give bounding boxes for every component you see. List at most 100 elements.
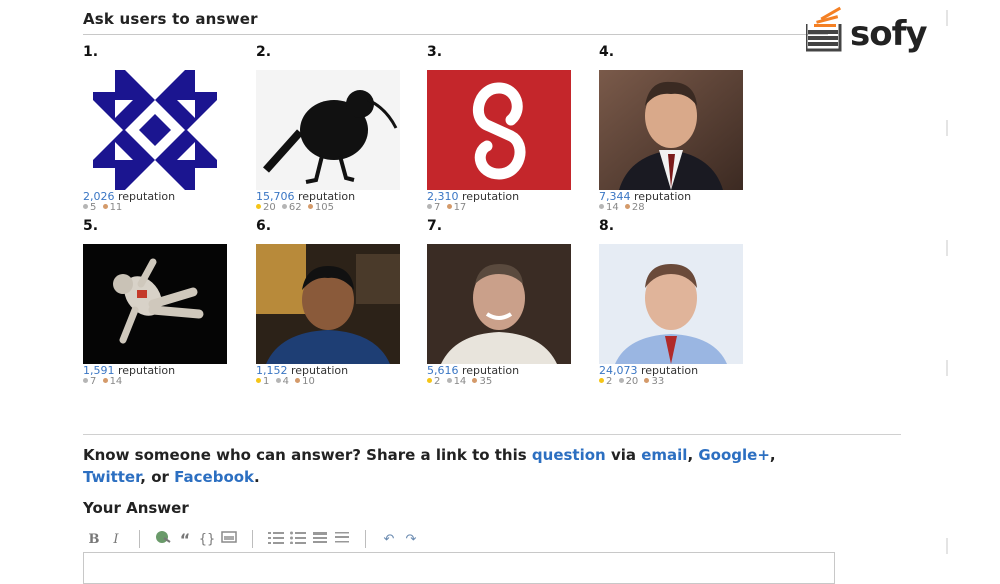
- sofy-logo: sofy: [804, 4, 946, 64]
- bullet-list-button[interactable]: [287, 530, 309, 548]
- user-card: 7. 5,616 reputation 2 14 35: [427, 218, 577, 398]
- section-divider: [83, 434, 901, 435]
- heading-button[interactable]: [309, 530, 331, 548]
- bronze-count: 28: [631, 202, 645, 213]
- share-text: .: [254, 468, 260, 486]
- silver-badge-icon: [281, 204, 287, 209]
- bronze-badge-icon: [446, 204, 452, 209]
- reputation-label: reputation: [462, 190, 520, 203]
- suit-portrait-avatar[interactable]: [599, 70, 743, 190]
- gold-count: 2: [606, 376, 613, 387]
- share-text: via: [605, 446, 642, 464]
- numbered-list-icon: [268, 532, 284, 544]
- logo-text: sofy: [850, 14, 928, 54]
- toolbar-separator: [252, 530, 253, 548]
- badge-counts: 7 17: [427, 202, 469, 213]
- user-rank: 1.: [83, 44, 99, 60]
- bronze-badge-icon: [102, 204, 108, 209]
- italic-button[interactable]: I: [105, 532, 127, 547]
- silver-count: 62: [288, 202, 302, 213]
- share-text: Know someone who can answer? Share a lin…: [83, 446, 532, 464]
- edge-mark: [946, 360, 948, 376]
- bronze-count: 11: [109, 202, 123, 213]
- bronze-count: 105: [314, 202, 334, 213]
- silver-badge-icon: [427, 204, 432, 209]
- webcam-portrait-avatar[interactable]: [256, 244, 400, 364]
- badge-counts: 2 14 35: [427, 376, 495, 387]
- bold-button[interactable]: B: [83, 532, 105, 547]
- badge-counts: 14 28: [599, 202, 648, 213]
- silver-count: 14: [453, 376, 467, 387]
- bronze-badge-icon: [644, 378, 650, 383]
- bronze-badge-icon: [295, 378, 301, 383]
- bronze-count: 35: [479, 376, 493, 387]
- user-card: 8. 24,073 reputation 2 20 33: [599, 218, 749, 398]
- badge-counts: 2 20 33: [599, 376, 667, 387]
- kiwi-avatar[interactable]: [256, 70, 400, 190]
- share-text: ,: [769, 446, 776, 464]
- bronze-badge-icon: [307, 204, 313, 209]
- image-button[interactable]: [218, 530, 240, 548]
- facebook-link[interactable]: Facebook: [174, 468, 254, 486]
- numbered-list-button[interactable]: [265, 530, 287, 548]
- bronze-count: 14: [109, 376, 123, 387]
- silver-count: 5: [90, 202, 97, 213]
- user-card: 1. 2,026 reputation 5 11: [83, 44, 233, 224]
- toolbar-separator: [139, 530, 140, 548]
- user-rank: 5.: [83, 218, 99, 234]
- horizontal-rule-button[interactable]: [331, 530, 353, 548]
- blockquote-button[interactable]: “: [174, 530, 196, 549]
- smiling-man-avatar[interactable]: [427, 244, 571, 364]
- bronze-badge-icon: [102, 378, 108, 383]
- silver-count: 20: [625, 376, 639, 387]
- red-logo-avatar[interactable]: [427, 70, 571, 190]
- user-rank: 6.: [256, 218, 272, 234]
- your-answer-title: Your Answer: [83, 499, 189, 517]
- edge-mark: [946, 538, 948, 554]
- bronze-count: 10: [302, 376, 315, 387]
- silver-badge-icon: [83, 378, 88, 383]
- bullet-list-icon: [290, 531, 306, 545]
- badge-counts: 5 11: [83, 202, 125, 213]
- email-link[interactable]: email: [641, 446, 687, 464]
- user-card: 2. 15,706 reputation 20 62 105: [256, 44, 406, 224]
- answer-editor[interactable]: [83, 552, 835, 584]
- user-card: 5. 1,591 reputation 7 14: [83, 218, 233, 398]
- link-button[interactable]: [152, 529, 174, 549]
- user-rank: 4.: [599, 44, 615, 60]
- identicon-avatar[interactable]: [83, 70, 227, 190]
- badge-counts: 20 62 105: [256, 202, 337, 213]
- twitter-link[interactable]: Twitter: [83, 468, 140, 486]
- user-rank: 2.: [256, 44, 272, 60]
- reputation-label: reputation: [118, 364, 176, 377]
- gold-count: 20: [263, 202, 276, 213]
- redo-button[interactable]: ↷: [400, 532, 422, 547]
- bronze-badge-icon: [624, 204, 630, 209]
- section-title: Ask users to answer: [83, 10, 258, 28]
- share-text: , or: [140, 468, 175, 486]
- astronaut-avatar[interactable]: [83, 244, 227, 364]
- edge-mark: [946, 240, 948, 256]
- reputation-label: reputation: [118, 190, 176, 203]
- undo-button[interactable]: ↶: [378, 532, 400, 547]
- user-rank: 3.: [427, 44, 443, 60]
- man-portrait-avatar[interactable]: [599, 244, 743, 364]
- silver-badge-icon: [599, 204, 604, 209]
- code-button[interactable]: {}: [196, 532, 218, 547]
- silver-count: 7: [434, 202, 441, 213]
- image-icon: [221, 531, 237, 543]
- user-rank: 7.: [427, 218, 443, 234]
- question-link[interactable]: question: [532, 446, 606, 464]
- gold-count: 1: [263, 376, 270, 387]
- badge-counts: 7 14: [83, 376, 125, 387]
- bronze-count: 33: [651, 376, 665, 387]
- bronze-count: 17: [453, 202, 467, 213]
- gold-badge-icon: [256, 204, 261, 209]
- google-plus-link[interactable]: Google+: [698, 446, 770, 464]
- toolbar-separator: [365, 530, 366, 548]
- share-text: ,: [687, 446, 699, 464]
- silver-count: 14: [606, 202, 619, 213]
- user-rank: 8.: [599, 218, 615, 234]
- silver-badge-icon: [275, 378, 281, 383]
- globe-link-icon: [156, 531, 171, 543]
